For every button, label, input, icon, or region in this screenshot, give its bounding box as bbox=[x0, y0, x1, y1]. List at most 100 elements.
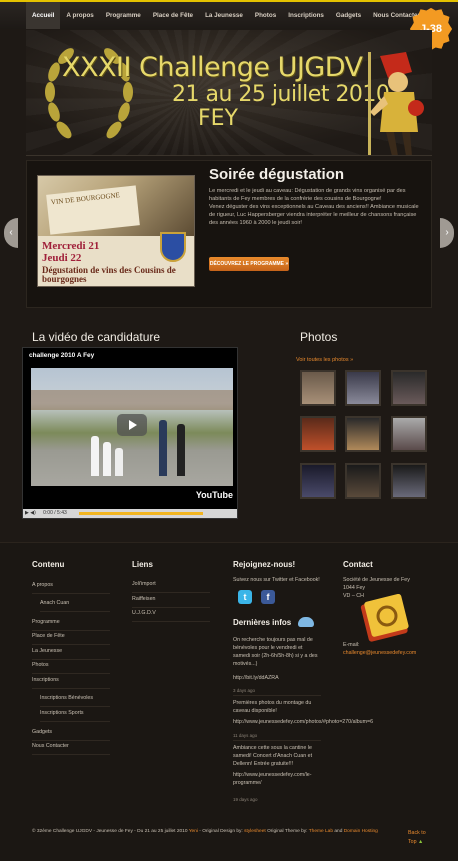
slide-paragraph-2: Venez déguster des vins exceptionnels au… bbox=[209, 204, 419, 226]
banner-title: XXXII Challenge UJGDV bbox=[62, 52, 363, 83]
nav-item-inscriptions[interactable]: Inscriptions bbox=[282, 2, 330, 29]
footer-link-inscriptions-benevoles[interactable]: Inscriptions Bénévoles bbox=[40, 695, 110, 707]
slide-image-line-1: Mercredi 21 bbox=[42, 240, 100, 252]
footer-liens-title: Liens bbox=[132, 560, 153, 569]
slide-paragraph-1: Le mercredi et le jeudi au caveau: Dégus… bbox=[209, 188, 406, 202]
photo-thumb[interactable] bbox=[345, 416, 381, 452]
footer-link-joli-import[interactable]: Joli'import bbox=[132, 581, 210, 593]
up-arrow-icon: ▲ bbox=[418, 839, 424, 845]
info-entry-link[interactable]: http://www.jeunessedefey.com/photos/#pho… bbox=[233, 718, 383, 726]
photo-thumb[interactable] bbox=[300, 463, 336, 499]
photo-thumb[interactable] bbox=[345, 370, 381, 406]
hosting-link[interactable]: Domain Hosting bbox=[344, 829, 378, 834]
footer-link-inscriptions-sports[interactable]: Inscriptions Sports bbox=[40, 710, 110, 722]
footer-link-a-propos[interactable]: A propos bbox=[32, 582, 110, 594]
video-person bbox=[159, 420, 167, 476]
footer-contact-title: Contact bbox=[343, 560, 373, 569]
footer-link-programme[interactable]: Programme bbox=[32, 619, 110, 631]
footer-link-place-de-fete[interactable]: Place de Fête bbox=[32, 633, 110, 645]
photo-thumb[interactable] bbox=[300, 370, 336, 406]
slide-image[interactable]: VIN DE BOURGOGNE Mercredi 21 Jeudi 22 Dé… bbox=[37, 175, 195, 287]
video-person bbox=[103, 442, 111, 476]
twitter-icon[interactable]: t bbox=[238, 590, 252, 604]
mascot-figure-icon bbox=[368, 52, 424, 155]
photo-thumb[interactable] bbox=[391, 370, 427, 406]
info-entry-link[interactable]: http://bit.ly/ddAZRA bbox=[233, 674, 279, 682]
play-toggle-icon[interactable]: ▶ ◀) bbox=[25, 510, 36, 516]
info-entry-date: 11 days ago bbox=[233, 733, 258, 738]
photos-heading: Photos bbox=[300, 330, 338, 344]
info-entry-text: Ambiance cette sous la cantine le samedi… bbox=[233, 745, 313, 767]
nav-item-accueil[interactable]: Accueil bbox=[26, 2, 61, 29]
video-title[interactable]: challenge 2010 A Fey bbox=[29, 352, 94, 359]
address-book-icon bbox=[360, 594, 409, 642]
theme-lab-link[interactable]: Theme Lab bbox=[309, 829, 333, 834]
nav-item-photos[interactable]: Photos bbox=[249, 2, 282, 29]
video-player[interactable]: challenge 2010 A Fey YouTube ▶ ◀) 0:00 /… bbox=[22, 347, 238, 519]
photo-thumb[interactable] bbox=[391, 463, 427, 499]
contact-email-link[interactable]: challenge@jeunessedefey.com bbox=[343, 649, 416, 657]
info-entry-text: On recherche toujours pas mal de bénévol… bbox=[233, 637, 318, 667]
footer-rejoignez-title: Rejoignez-nous! bbox=[233, 560, 296, 569]
discover-program-button[interactable]: DÉCOUVREZ LE PROGRAMME » bbox=[209, 257, 289, 271]
top-label: Top bbox=[408, 839, 417, 845]
video-heading: La vidéo de candidature bbox=[32, 330, 161, 344]
footer-link-la-jeunesse[interactable]: La Jeunesse bbox=[32, 648, 110, 660]
play-button[interactable] bbox=[117, 414, 147, 436]
footer-contenu-title: Contenu bbox=[32, 560, 65, 569]
all-photos-link[interactable]: Voir toutes les photos » bbox=[296, 357, 353, 363]
video-person bbox=[115, 448, 123, 476]
footer-infos-title: Dernières infos bbox=[233, 618, 292, 627]
info-entry-date: 19 days ago bbox=[233, 797, 258, 802]
facebook-icon[interactable]: f bbox=[261, 590, 275, 604]
footer-link-ujgdv[interactable]: U.J.G.D.V bbox=[132, 610, 210, 622]
video-controls[interactable]: ▶ ◀) 0:00 / 5:43 bbox=[23, 509, 237, 518]
banner-place: FEY bbox=[198, 106, 238, 131]
video-person bbox=[91, 436, 99, 476]
footer-social-text: Suivez nous sur Twitter et Facebook! bbox=[233, 577, 320, 583]
banner-dates: 21 au 25 juillet 2010 bbox=[172, 82, 390, 107]
cloud-bird-icon bbox=[298, 617, 314, 627]
slider-prev-arrow[interactable]: ‹ bbox=[4, 218, 18, 248]
nav-item-a-propos[interactable]: A propos bbox=[60, 2, 99, 29]
video-person bbox=[177, 424, 185, 476]
slide-description: Le mercredi et le jeudi au caveau: Dégus… bbox=[209, 187, 419, 227]
nav-item-programme[interactable]: Programme bbox=[100, 2, 147, 29]
and-text: and bbox=[334, 829, 343, 834]
youtube-logo[interactable]: YouTube bbox=[196, 490, 233, 500]
footer-link-gadgets[interactable]: Gadgets bbox=[32, 729, 110, 741]
photo-thumb[interactable] bbox=[345, 463, 381, 499]
info-divider bbox=[233, 695, 321, 696]
slide-title: Soirée dégustation bbox=[209, 166, 345, 183]
photo-thumb[interactable] bbox=[391, 416, 427, 452]
original-theme-text: Original Theme by: bbox=[267, 829, 308, 834]
featured-slider: VIN DE BOURGOGNE Mercredi 21 Jeudi 22 Dé… bbox=[26, 160, 432, 308]
back-to-top-link[interactable]: Back to Top ▲ bbox=[408, 829, 426, 847]
footer-link-raiffeisen[interactable]: Raiffeisen bbox=[132, 596, 210, 608]
slider-next-arrow[interactable]: › bbox=[440, 218, 454, 248]
copyright-text: © 32ème Challenge UJGDV - Jeunesse de Fe… bbox=[32, 829, 188, 834]
info-entry-date: 3 days ago bbox=[233, 688, 256, 693]
info-entry-text: Premières photos du montage du caveau di… bbox=[233, 700, 312, 714]
slide-image-line-2: Jeudi 22 bbox=[42, 252, 82, 264]
footer-link-nous-contacter[interactable]: Nous Contacter bbox=[32, 743, 110, 755]
theme-link[interactable]: Yeni bbox=[189, 829, 198, 834]
info-entry-link[interactable]: http://www.jeunessedefey.com/le-programm… bbox=[233, 771, 323, 787]
info-divider bbox=[233, 740, 321, 741]
contact-line-1: Société de Jeunesse de Fey bbox=[343, 577, 410, 583]
video-frame[interactable] bbox=[31, 368, 233, 486]
nav-item-place-de-fete[interactable]: Place de Fête bbox=[147, 2, 199, 29]
nav-item-gadgets[interactable]: Gadgets bbox=[330, 2, 367, 29]
photo-thumb[interactable] bbox=[300, 416, 336, 452]
video-time: 0:00 / 5:43 bbox=[43, 510, 67, 516]
slide-image-line-3: Dégustation de vins des Cousins de bourg… bbox=[42, 265, 176, 284]
video-houses bbox=[31, 390, 233, 410]
designer-link[interactable]: stylesheet bbox=[244, 829, 266, 834]
back-to-label: Back to bbox=[408, 830, 426, 836]
footer-link-photos[interactable]: Photos bbox=[32, 662, 110, 674]
footer-link-inscriptions[interactable]: Inscriptions bbox=[32, 677, 110, 689]
original-design-text: - Original Design by: bbox=[199, 829, 243, 834]
nav-item-la-jeunesse[interactable]: La Jeunesse bbox=[199, 2, 249, 29]
progress-bar[interactable] bbox=[79, 512, 203, 515]
footer-link-anach-cuan[interactable]: Anach Cuan bbox=[40, 600, 110, 612]
